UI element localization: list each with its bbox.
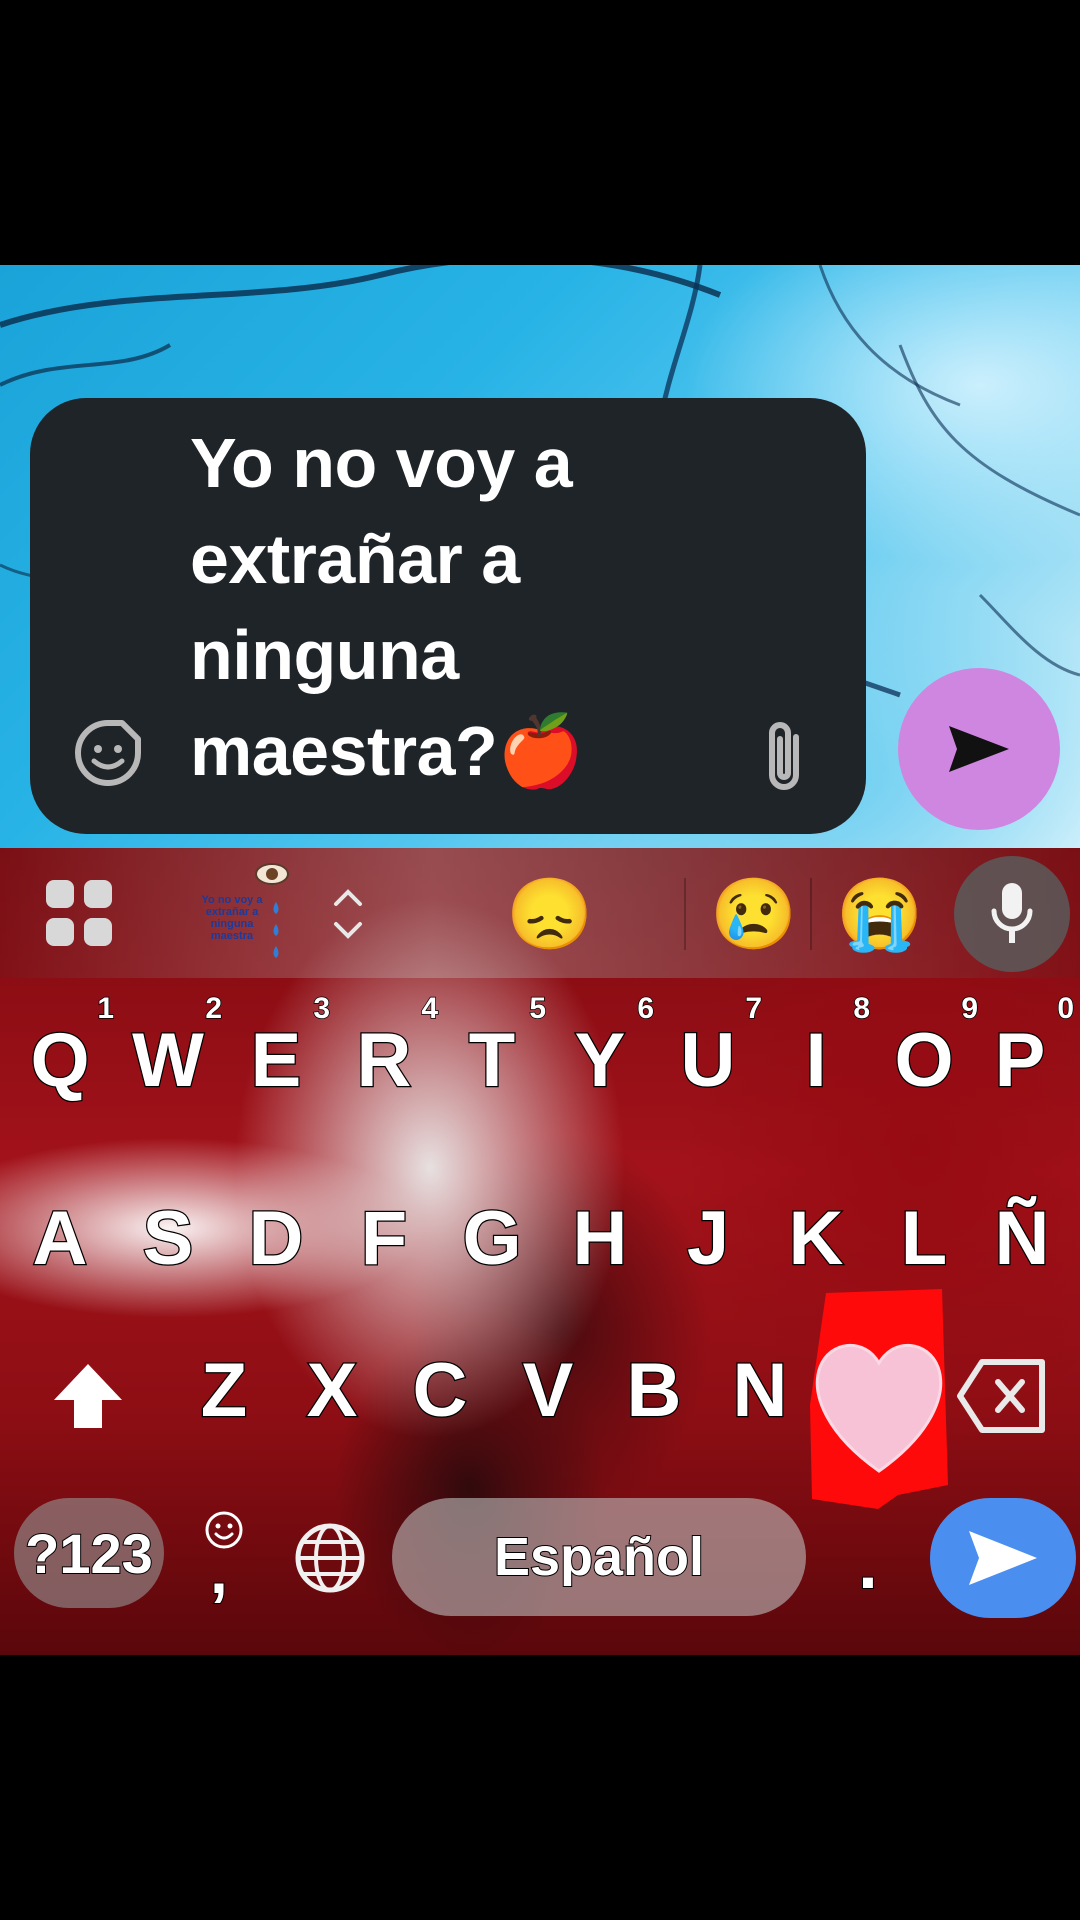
backspace-key[interactable] xyxy=(956,1358,1048,1434)
key-t[interactable]: T5 xyxy=(438,991,547,1120)
sticker-icon[interactable] xyxy=(72,717,144,789)
key-s[interactable]: S xyxy=(114,1178,222,1298)
key-hint: 6 xyxy=(637,991,655,1026)
key-label: Q xyxy=(29,1016,91,1104)
key-g[interactable]: G xyxy=(438,1178,546,1298)
key-e[interactable]: E3 xyxy=(222,991,330,1120)
key-hint: 4 xyxy=(421,991,439,1026)
key-w[interactable]: W2 xyxy=(114,991,223,1120)
sticker-suggestion[interactable]: Yo no voy a extrañar a ninguna maestra xyxy=(196,862,306,972)
key-hint: 3 xyxy=(313,991,331,1026)
key-label: Y xyxy=(573,1016,626,1104)
emoji-suggestion-crying[interactable]: 😢 xyxy=(710,874,797,954)
key-h[interactable]: H xyxy=(546,1178,654,1298)
eye-drops-icon xyxy=(255,863,289,958)
shift-key[interactable] xyxy=(48,1356,128,1436)
key-hint: 1 xyxy=(97,991,115,1026)
comma-label: , xyxy=(209,1534,229,1608)
key-label: I xyxy=(804,1016,828,1104)
key-d[interactable]: D xyxy=(222,1178,330,1298)
period-key[interactable]: . xyxy=(842,1524,894,1604)
key-k[interactable]: K xyxy=(762,1178,870,1298)
key-b[interactable]: B xyxy=(600,1330,708,1450)
emoji-comma-key[interactable]: , xyxy=(196,1508,252,1608)
symbols-key[interactable]: ?123 xyxy=(14,1498,164,1608)
apps-grid-icon[interactable] xyxy=(44,878,116,950)
expand-chevrons-icon[interactable] xyxy=(330,886,366,942)
key-enye[interactable]: Ñ xyxy=(968,1178,1076,1298)
key-label: E xyxy=(249,1016,302,1104)
key-q[interactable]: Q1 xyxy=(6,991,115,1120)
key-label: R xyxy=(355,1016,412,1104)
key-p[interactable]: P0 xyxy=(966,991,1074,1120)
key-label: O xyxy=(893,1016,955,1104)
key-hint: 5 xyxy=(529,991,547,1026)
paperclip-icon[interactable] xyxy=(756,717,816,797)
key-hint: 7 xyxy=(745,991,763,1026)
enter-send-key[interactable] xyxy=(930,1498,1076,1618)
microphone-icon xyxy=(991,883,1033,943)
message-draft-text: Yo no voy a extrañar a ninguna maestra?🍎 xyxy=(190,424,584,790)
key-v[interactable]: V xyxy=(494,1330,602,1450)
key-l[interactable]: L xyxy=(870,1178,978,1298)
divider xyxy=(684,878,686,950)
emoji-suggestion-disappointed[interactable]: 😞 xyxy=(506,874,593,954)
key-a[interactable]: A xyxy=(6,1178,114,1298)
key-f[interactable]: F xyxy=(330,1178,438,1298)
key-u[interactable]: U7 xyxy=(654,991,762,1120)
chat-background: Yo no voy a extrañar a ninguna maestra?🍎 xyxy=(0,265,1080,848)
send-button[interactable] xyxy=(898,668,1060,830)
key-label: T xyxy=(468,1016,517,1104)
key-n[interactable]: N xyxy=(706,1330,814,1450)
key-hint: 2 xyxy=(205,991,223,1026)
space-key[interactable]: Español xyxy=(392,1498,806,1616)
key-x[interactable]: X xyxy=(278,1330,386,1450)
voice-input-button[interactable] xyxy=(954,856,1070,972)
key-label: W xyxy=(131,1016,205,1104)
key-j[interactable]: J xyxy=(654,1178,762,1298)
heart-sticker-overlay xyxy=(810,1289,948,1509)
key-o[interactable]: O9 xyxy=(870,991,979,1120)
key-label: U xyxy=(679,1016,736,1104)
key-y[interactable]: Y6 xyxy=(546,991,654,1120)
key-z[interactable]: Z xyxy=(170,1330,278,1450)
key-r[interactable]: R4 xyxy=(330,991,438,1120)
globe-icon[interactable] xyxy=(292,1520,368,1596)
send-icon xyxy=(949,726,1009,772)
key-c[interactable]: C xyxy=(386,1330,494,1450)
keyboard: Yo no voy a extrañar a ninguna maestra 😞… xyxy=(0,848,1080,1655)
divider xyxy=(810,878,812,950)
key-hint: 8 xyxy=(853,991,871,1026)
key-hint: 0 xyxy=(1057,991,1075,1026)
key-label: P xyxy=(993,1016,1046,1104)
emoji-suggestion-sobbing[interactable]: 😭 xyxy=(836,874,923,954)
send-icon xyxy=(969,1531,1037,1585)
key-i[interactable]: I8 xyxy=(762,991,871,1120)
